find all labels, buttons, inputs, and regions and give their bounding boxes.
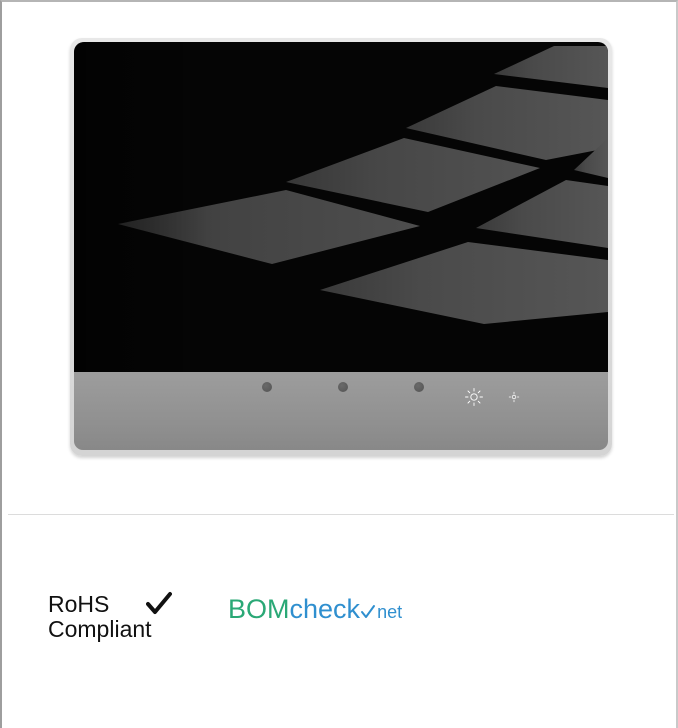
screen-reflection — [74, 42, 608, 376]
bomcheck-logo-part-bom: BOM — [228, 594, 290, 624]
rohs-label: RoHS — [48, 591, 110, 617]
device-bezel — [74, 372, 608, 450]
brightness-up-icon[interactable] — [464, 387, 484, 407]
bomcheck-logo-part-net: net — [377, 602, 403, 622]
compliant-label: Compliant — [48, 616, 152, 642]
rohs-compliant-logo: RoHS Compliant — [48, 591, 172, 642]
touch-panel-device — [70, 38, 612, 456]
device-screen — [74, 42, 608, 376]
product-page: RoHS Compliant BOMcheck net — [0, 0, 678, 728]
function-button-1[interactable] — [262, 382, 272, 392]
checkmark-icon — [146, 592, 172, 614]
brightness-down-icon[interactable] — [508, 391, 520, 403]
bomcheck-check-icon — [361, 605, 376, 618]
bomcheck-logo-part-check: check — [289, 594, 361, 624]
function-button-3[interactable] — [414, 382, 424, 392]
bomcheck-logo: BOMcheck net — [228, 594, 402, 625]
function-button-2[interactable] — [338, 382, 348, 392]
